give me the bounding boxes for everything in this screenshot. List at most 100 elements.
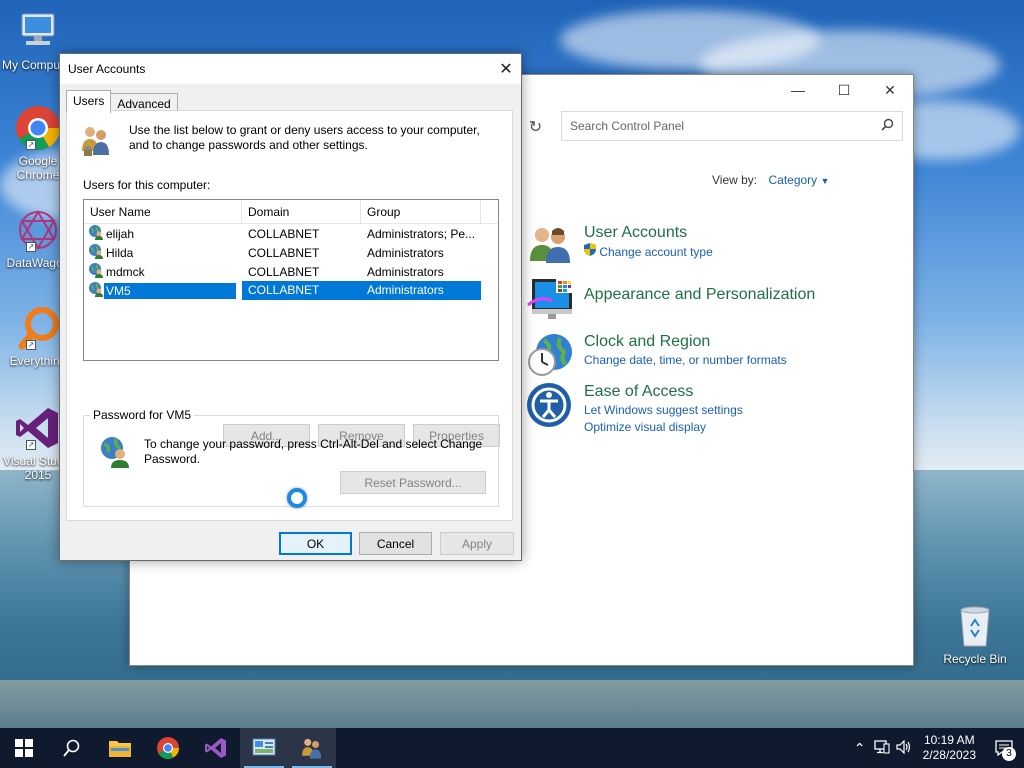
- user-icon: [88, 243, 104, 262]
- close-button[interactable]: ✕: [867, 75, 913, 105]
- category-appearance: Appearance and Personalization: [526, 275, 815, 325]
- password-group-label: Password for VM5: [90, 408, 195, 422]
- category-title[interactable]: Appearance and Personalization: [584, 285, 815, 305]
- close-icon[interactable]: ✕: [491, 54, 521, 84]
- start-button[interactable]: [0, 728, 48, 768]
- user-accounts-icon: [302, 738, 322, 759]
- view-by: View by: Category ▼: [712, 173, 829, 187]
- table-row[interactable]: elijah COLLABNET Administrators; Pe...: [84, 224, 498, 243]
- reset-password-button[interactable]: Reset Password...: [340, 471, 486, 494]
- category-link-label: Change account type: [599, 245, 713, 259]
- category-link[interactable]: Let Windows suggest settings: [584, 402, 743, 419]
- chrome-icon: [157, 737, 179, 759]
- category-clock-region: Clock and Region Change date, time, or n…: [526, 332, 787, 382]
- users-list-header: User Name Domain Group: [84, 200, 498, 224]
- user-domain: COLLABNET: [242, 281, 361, 300]
- category-link[interactable]: Optimize visual display: [584, 419, 743, 436]
- users-tab-page: Use the list below to grant or deny user…: [66, 110, 513, 521]
- maximize-button[interactable]: ☐: [821, 75, 867, 105]
- desktop-icon-recycle-bin[interactable]: Recycle Bin: [937, 602, 1013, 666]
- table-row[interactable]: mdmck COLLABNET Administrators: [84, 262, 498, 281]
- clock-region-icon: [526, 332, 576, 382]
- user-domain: COLLABNET: [248, 245, 320, 260]
- category-link[interactable]: Change date, time, or number formats: [584, 352, 787, 369]
- chevron-down-icon: ▼: [820, 176, 830, 186]
- window-caption-buttons: — ☐ ✕: [775, 75, 913, 105]
- user-domain: COLLABNET: [248, 264, 320, 279]
- view-by-value: Category: [768, 173, 818, 187]
- user-group: Administrators: [361, 281, 481, 300]
- table-row[interactable]: Hilda COLLABNET Administrators: [84, 243, 498, 262]
- volume-icon[interactable]: [893, 739, 915, 757]
- category-title[interactable]: Ease of Access: [584, 382, 743, 402]
- column-user-name[interactable]: User Name: [84, 200, 242, 223]
- user-domain: COLLABNET: [248, 226, 320, 241]
- desktop-icon-label: Recycle Bin: [943, 652, 1007, 666]
- taskbar-chrome[interactable]: [144, 728, 192, 768]
- refresh-icon[interactable]: ↻: [520, 113, 550, 141]
- busy-cursor-icon: [287, 488, 307, 508]
- tab-users[interactable]: Users: [66, 90, 112, 113]
- user-group: Administrators; Pe...: [367, 226, 476, 241]
- ease-of-access-icon: [526, 382, 576, 432]
- taskbar-user-accounts[interactable]: [288, 728, 336, 768]
- password-text: To change your password, press Ctrl-Alt-…: [144, 437, 483, 466]
- category-title[interactable]: Clock and Region: [584, 332, 787, 352]
- user-group: Administrators: [367, 245, 444, 260]
- folder-icon: [109, 741, 131, 757]
- search-icon[interactable]: [881, 118, 894, 134]
- search-icon: [63, 739, 80, 757]
- windows-logo-icon: [15, 739, 33, 757]
- category-ease-of-access: Ease of Access Let Windows suggest setti…: [526, 382, 743, 436]
- user-name: mdmck: [106, 264, 145, 279]
- search-button[interactable]: [48, 728, 96, 768]
- column-group[interactable]: Group: [361, 200, 481, 223]
- recycle-bin-icon: [951, 602, 999, 650]
- users-list[interactable]: User Name Domain Group elijah COLLABNET …: [83, 199, 499, 361]
- category-title[interactable]: User Accounts: [584, 223, 713, 243]
- user-name: Hilda: [106, 245, 134, 260]
- apply-button[interactable]: Apply: [440, 532, 514, 555]
- minimize-button[interactable]: —: [775, 75, 821, 105]
- computer-icon: [14, 8, 62, 56]
- user-icon: [88, 281, 104, 300]
- clock-time: 10:19 AM: [923, 733, 975, 747]
- clock-date: 2/28/2023: [922, 748, 976, 762]
- network-icon[interactable]: [871, 739, 893, 757]
- column-domain[interactable]: Domain: [242, 200, 361, 223]
- clock[interactable]: 10:19 AM 2/28/2023: [915, 733, 984, 763]
- user-icon: [88, 224, 104, 243]
- chrome-icon: ↗: [14, 104, 62, 152]
- user-name: elijah: [106, 226, 135, 241]
- taskbar-control-panel[interactable]: [240, 728, 288, 768]
- user-accounts-dialog: User Accounts ✕ Users Advanced Use the l…: [59, 53, 522, 561]
- system-tray: ⌃ 10:19 AM 2/28/2023 3: [849, 728, 1024, 768]
- users-icon: [79, 123, 113, 160]
- notification-count-badge: 3: [1002, 747, 1016, 761]
- control-panel-icon: [252, 738, 276, 756]
- user-name: VM5: [104, 282, 236, 299]
- taskbar-visual-studio[interactable]: [192, 728, 240, 768]
- search-input[interactable]: Search Control Panel: [570, 119, 881, 133]
- intro-text: Use the list below to grant or deny user…: [129, 123, 480, 152]
- user-group: Administrators: [367, 264, 444, 279]
- users-label: Users for this computer:: [83, 178, 211, 192]
- shield-icon: [584, 243, 596, 259]
- taskbar-file-explorer[interactable]: [96, 728, 144, 768]
- chevron-up-icon[interactable]: ⌃: [849, 740, 871, 757]
- user-accounts-icon: [526, 223, 576, 273]
- shore-background: [0, 680, 1024, 730]
- visual-studio-icon: ↗: [14, 404, 62, 452]
- view-by-label: View by:: [712, 173, 758, 187]
- table-row-selected[interactable]: VM5 COLLABNET Administrators: [84, 281, 498, 300]
- search-box[interactable]: Search Control Panel: [561, 111, 903, 141]
- user-password-icon: [98, 434, 132, 471]
- datawagon-icon: ↗: [14, 206, 62, 254]
- category-link[interactable]: Change account type: [584, 243, 713, 261]
- cancel-button[interactable]: Cancel: [359, 532, 432, 555]
- action-center-button[interactable]: 3: [984, 728, 1024, 768]
- dialog-title: User Accounts: [60, 54, 521, 84]
- taskbar: ⌃ 10:19 AM 2/28/2023 3: [0, 728, 1024, 768]
- view-by-dropdown[interactable]: Category ▼: [768, 173, 829, 187]
- ok-button[interactable]: OK: [279, 532, 352, 555]
